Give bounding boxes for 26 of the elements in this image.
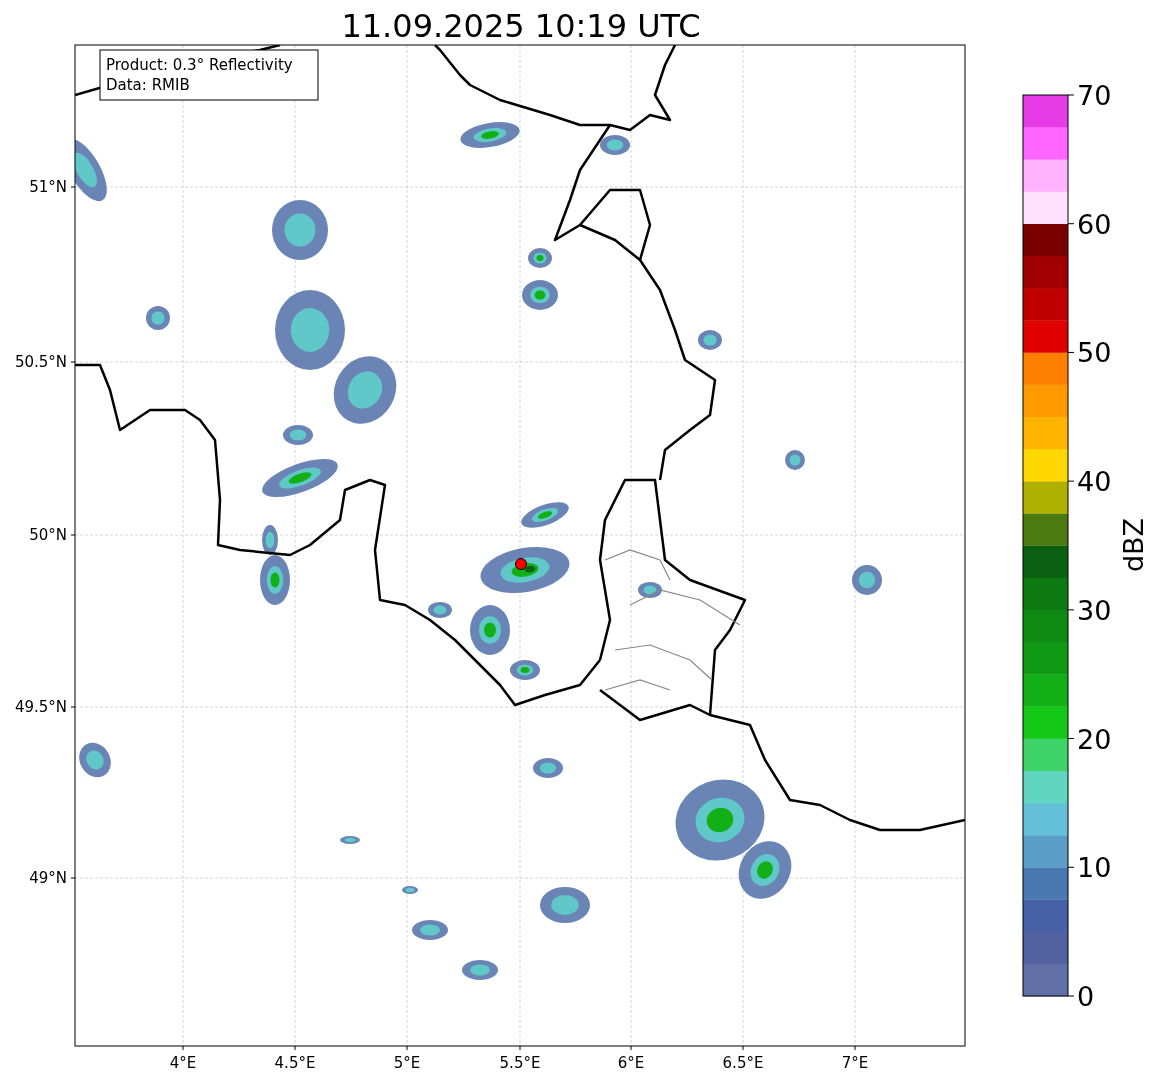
latitude-label: 50.5°N bbox=[14, 353, 67, 371]
colorbar-label: dBZ bbox=[1118, 517, 1149, 573]
latitude-label: 50°N bbox=[29, 526, 67, 544]
colorbar-tick-label: 40 bbox=[1077, 466, 1112, 498]
longitude-label: 5.5°E bbox=[499, 1054, 541, 1072]
colorbar-tick-label: 70 bbox=[1077, 80, 1112, 111]
colorbar-tick-label: 30 bbox=[1077, 594, 1112, 626]
colorbar-tick-label: 10 bbox=[1077, 852, 1112, 884]
longitude-label: 6°E bbox=[617, 1054, 645, 1072]
longitude-label: 4.5°E bbox=[274, 1054, 316, 1072]
chart-title: 11.09.2025 10:19 UTC bbox=[341, 7, 701, 45]
district-border-line bbox=[604, 549, 671, 581]
info-text: Data: RMIB bbox=[106, 76, 190, 94]
longitude-label: 5°E bbox=[393, 1054, 421, 1072]
longitude-label: 6.5°E bbox=[722, 1054, 764, 1072]
latitude-label: 51°N bbox=[29, 178, 67, 196]
colorbar-tick-label: 60 bbox=[1077, 208, 1112, 240]
longitude-label: 7°E bbox=[841, 1054, 869, 1072]
colorbar-tick-label: 20 bbox=[1077, 723, 1112, 755]
info-text: Product: 0.3° Reflectivity bbox=[106, 56, 293, 74]
colorbar-tick-label: 0 bbox=[1077, 981, 1095, 1012]
latitude-label: 49.5°N bbox=[14, 698, 67, 716]
radar-site-marker bbox=[515, 558, 527, 570]
longitude-label: 4°E bbox=[169, 1054, 197, 1072]
latitude-label: 49°N bbox=[29, 869, 67, 887]
colorbar-tick-label: 50 bbox=[1077, 337, 1112, 369]
